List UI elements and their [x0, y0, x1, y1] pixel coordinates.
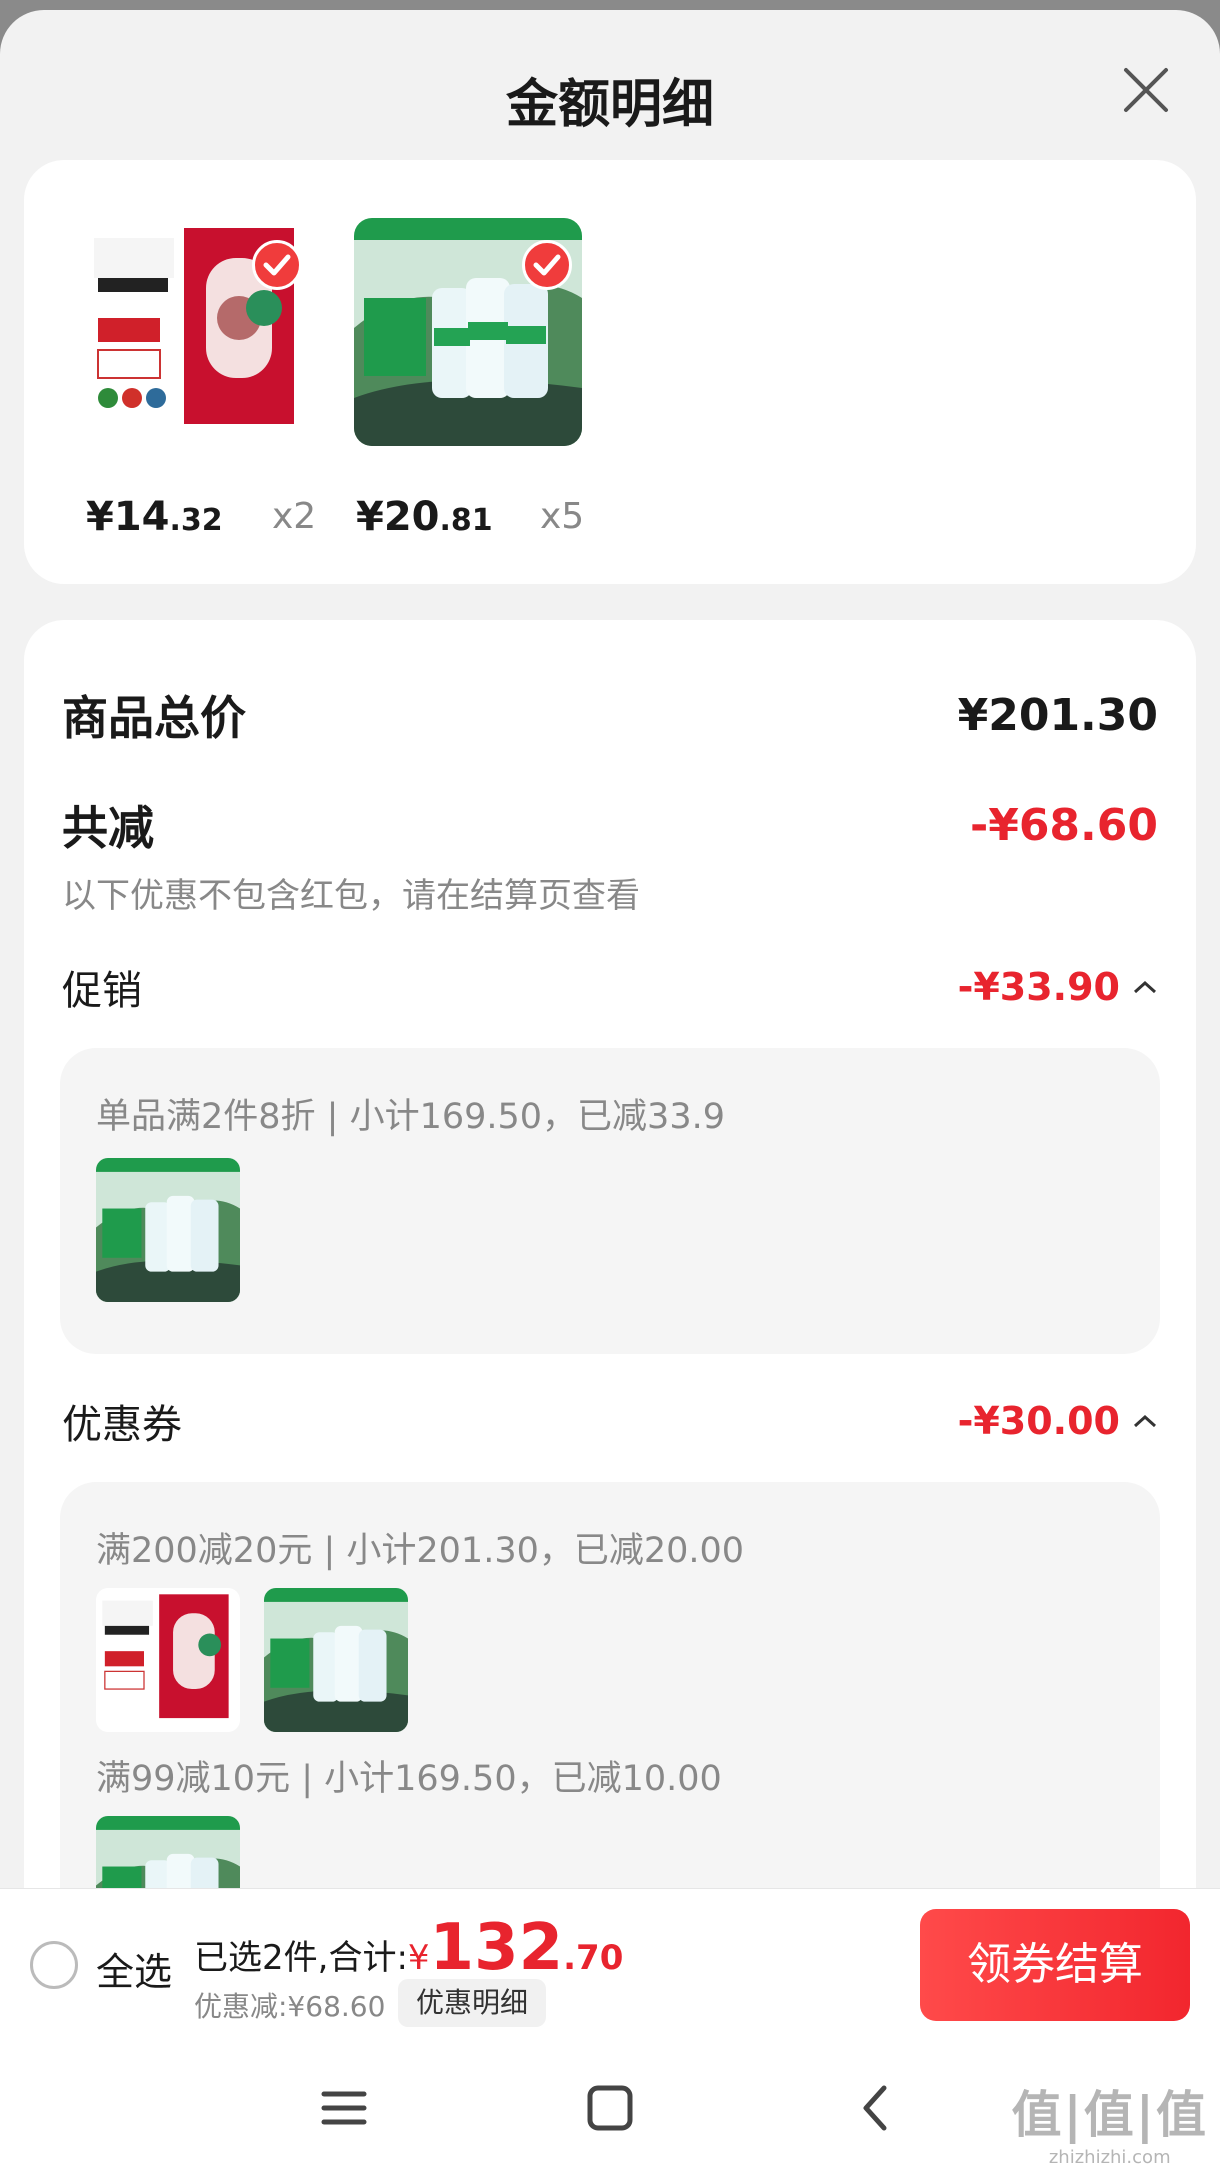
- watermark-mark: 值|值|值: [1011, 2086, 1208, 2144]
- total-reduction-row: 共减 -¥68.60: [62, 792, 1158, 858]
- discount-text: 优惠减:¥68.60: [194, 1990, 386, 2023]
- price-integer: ¥20: [356, 494, 440, 540]
- watermark-url: zhizhizhi.com: [1048, 2147, 1171, 2168]
- chevron-up-icon[interactable]: [1132, 1413, 1158, 1429]
- total-price-value: ¥201.30: [957, 689, 1158, 741]
- check-icon[interactable]: [522, 240, 572, 290]
- system-nav-bar: 值|值|值 zhizhizhi.com: [0, 2038, 1220, 2172]
- total-price-row: 商品总价 ¥201.30: [62, 682, 1158, 748]
- product-qty: x2: [272, 496, 317, 537]
- checkout-bar: 全选 已选2件,合计:¥132.70 优惠减:¥68.60 优惠明细 领券结算: [0, 1888, 1220, 2038]
- products-card: ¥14.32 x2 ¥20.81 x5: [24, 160, 1196, 584]
- discount-detail-button[interactable]: 优惠明细: [398, 1979, 547, 2027]
- product-price: ¥14.32: [86, 494, 223, 540]
- promo-value: -¥33.90: [957, 965, 1120, 1009]
- price-decimal: .81: [439, 503, 493, 538]
- total-price-label: 商品总价: [62, 691, 246, 745]
- promo-detail-box: 单品满2件8折 | 小计169.50，已减33.9: [60, 1048, 1160, 1354]
- price-integer: ¥14: [86, 494, 170, 540]
- product-thumb-rice: [96, 1588, 240, 1732]
- chevron-up-icon[interactable]: [1132, 979, 1158, 995]
- sheet-title: 金额明细: [505, 75, 714, 135]
- select-all-radio[interactable]: [30, 1941, 78, 1989]
- promo-label: 促销: [62, 968, 142, 1014]
- back-icon[interactable]: [846, 2078, 906, 2138]
- amount-detail-sheet: 金额明细 ¥14.32 x2 ¥20.81 x5 商品总价 ¥201.30 共减…: [0, 10, 1220, 2172]
- checkout-button[interactable]: 领券结算: [920, 1909, 1190, 2021]
- promo-row[interactable]: 促销 -¥33.90: [62, 958, 1158, 1016]
- coupon-value-group: -¥30.00: [958, 1399, 1158, 1443]
- watermark: 值|值|值 zhizhizhi.com: [1011, 2075, 1208, 2168]
- menu-icon[interactable]: [314, 2078, 374, 2138]
- product-qty: x5: [540, 496, 585, 537]
- close-icon[interactable]: [1118, 62, 1174, 118]
- coupon-line: 满99减10元 | 小计169.50，已减10.00: [96, 1759, 722, 1799]
- selected-text: 已选2件,合计:: [194, 1938, 408, 1978]
- select-all-label[interactable]: 全选: [96, 1941, 172, 1996]
- promo-line: 单品满2件8折 | 小计169.50，已减33.9: [96, 1097, 725, 1137]
- total-reduction-label: 共减: [62, 801, 154, 855]
- product-thumb-water: [264, 1588, 408, 1732]
- reduction-note: 以下优惠不包含红包，请在结算页查看: [62, 876, 640, 916]
- total-reduction-value: -¥68.60: [969, 799, 1158, 851]
- coupon-row[interactable]: 优惠券 -¥30.00: [62, 1392, 1158, 1450]
- currency-symbol: ¥: [407, 1938, 430, 1978]
- product-image-water[interactable]: [354, 218, 582, 446]
- coupon-value: -¥30.00: [957, 1399, 1120, 1443]
- product-price: ¥20.81: [356, 494, 493, 540]
- total-integer: 132: [429, 1911, 564, 1985]
- home-square-icon[interactable]: [580, 2078, 640, 2138]
- price-decimal: .32: [169, 503, 223, 538]
- total-decimal: .70: [563, 1938, 624, 1978]
- check-icon[interactable]: [252, 240, 302, 290]
- coupon-line: 满200减20元 | 小计201.30，已减20.00: [96, 1531, 745, 1571]
- product-thumb-water: [96, 1158, 240, 1302]
- selected-summary: 已选2件,合计:¥132.70: [194, 1911, 623, 1985]
- promo-value-group: -¥33.90: [958, 965, 1158, 1009]
- product-image-rice[interactable]: [84, 218, 312, 446]
- coupon-label: 优惠券: [62, 1402, 182, 1448]
